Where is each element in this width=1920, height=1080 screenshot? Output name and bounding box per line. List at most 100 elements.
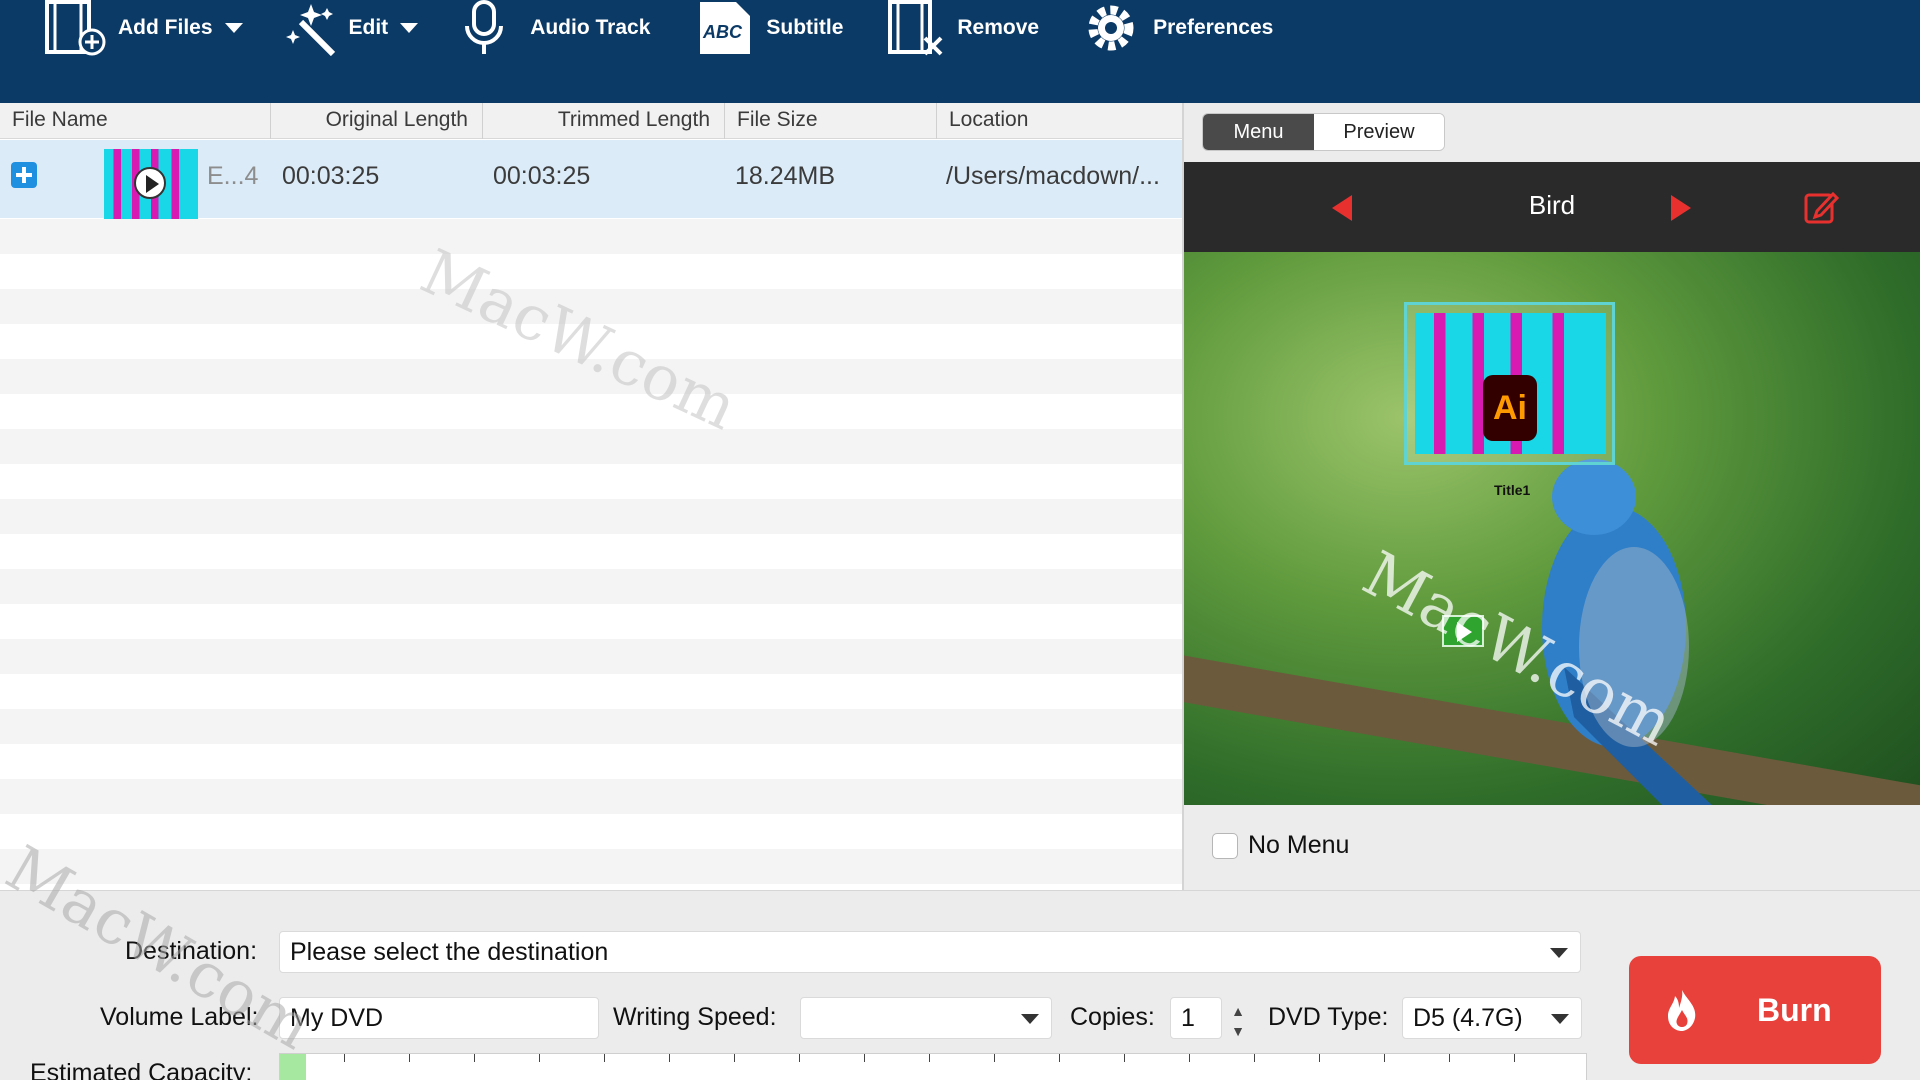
capacity-tick <box>929 1054 930 1062</box>
ai-logo-icon: Ai <box>1483 375 1537 441</box>
view-tabs: Menu Preview <box>1202 113 1445 151</box>
subtitle-abc-icon: ABC <box>700 2 751 54</box>
dvd-type-value: D5 (4.7G) <box>1413 1004 1523 1032</box>
copies-value: 1 <box>1181 1004 1195 1032</box>
menu-play-button[interactable] <box>1442 615 1484 647</box>
subtitle-button[interactable]: ABC Subtitle <box>698 0 843 56</box>
remove-label: Remove <box>957 16 1040 39</box>
file-size-cell: 18.24MB <box>735 162 836 190</box>
preferences-label: Preferences <box>1153 16 1274 39</box>
capacity-tick <box>1449 1054 1450 1062</box>
checkbox-box[interactable] <box>1212 832 1238 859</box>
film-add-icon <box>45 0 106 56</box>
video-thumbnail <box>104 149 198 219</box>
capacity-tick <box>1319 1054 1320 1062</box>
menu-title-label: Title1 <box>1494 482 1531 498</box>
magic-wand-icon <box>285 4 335 56</box>
destination-label: Destination: <box>125 937 258 965</box>
original-length-cell: 00:03:25 <box>282 162 380 190</box>
volume-label-label: Volume Label: <box>100 1003 259 1031</box>
stepper-up-icon[interactable]: ▲ <box>1225 1001 1251 1021</box>
stepper-down-icon[interactable]: ▼ <box>1225 1021 1251 1041</box>
menu-preview-panel: Menu Preview Bird Ai Title1 MacW.com No … <box>1184 103 1920 890</box>
edit-pencil-icon[interactable] <box>1803 189 1839 225</box>
capacity-tick <box>1514 1054 1515 1062</box>
add-files-label: Add Files <box>118 16 213 39</box>
chevron-down-icon[interactable] <box>224 23 243 33</box>
location-cell: /Users/macdown/... <box>946 162 1160 190</box>
preferences-button[interactable]: Preferences <box>1083 0 1273 56</box>
play-icon[interactable] <box>134 167 166 199</box>
menu-preview-image: Ai Title1 MacW.com <box>1184 252 1920 805</box>
trimmed-length-cell: 00:03:25 <box>493 162 591 190</box>
tab-menu[interactable]: Menu <box>1203 114 1314 150</box>
volume-label-value: My DVD <box>290 1004 384 1032</box>
capacity-bar <box>279 1053 1587 1080</box>
file-name-cell: E...4 <box>207 162 259 190</box>
writing-speed-label: Writing Speed: <box>613 1003 777 1031</box>
volume-label-input[interactable]: My DVD <box>279 997 599 1039</box>
capacity-tick <box>1384 1054 1385 1062</box>
title-thumbnail-image: Ai <box>1415 313 1606 454</box>
burn-label: Burn <box>1757 991 1832 1028</box>
copies-label: Copies: <box>1070 1003 1155 1031</box>
capacity-tick <box>474 1054 475 1062</box>
audio-track-label: Audio Track <box>530 16 651 39</box>
copies-stepper[interactable]: ▲ ▼ <box>1225 1001 1251 1041</box>
column-header-file-name[interactable]: File Name <box>0 103 271 139</box>
column-header-trimmed-length[interactable]: Trimmed Length <box>483 103 725 139</box>
next-template-arrow-icon[interactable] <box>1671 195 1691 221</box>
capacity-tick <box>344 1054 345 1062</box>
audio-track-button[interactable]: Audio Track <box>462 0 650 56</box>
toolbar: Add Files Edit Audio Track ABC Subtitle … <box>0 0 1920 103</box>
subtitle-label: Subtitle <box>766 16 844 39</box>
app-window: Add Files Edit Audio Track ABC Subtitle … <box>0 0 1920 1080</box>
chevron-down-icon <box>1551 1014 1569 1024</box>
estimated-capacity-label: Estimated Capacity: <box>30 1059 253 1080</box>
microphone-icon <box>465 0 504 54</box>
capacity-tick <box>1189 1054 1190 1062</box>
column-header-location[interactable]: Location <box>937 103 1182 139</box>
add-files-button[interactable]: Add Files <box>44 0 243 56</box>
dvd-type-label: DVD Type: <box>1268 1003 1389 1031</box>
capacity-tick <box>734 1054 735 1062</box>
capacity-tick <box>539 1054 540 1062</box>
burn-button[interactable]: Burn <box>1629 956 1881 1064</box>
no-menu-checkbox[interactable]: No Menu <box>1212 831 1349 860</box>
capacity-tick <box>1124 1054 1125 1062</box>
file-list-rows: E...4 00:03:25 00:03:25 18.24MB /Users/m… <box>0 139 1182 890</box>
destination-select[interactable]: Please select the destination <box>279 931 1581 973</box>
writing-speed-select[interactable] <box>800 997 1052 1039</box>
no-menu-label: No Menu <box>1248 831 1350 859</box>
chevron-down-icon <box>1021 1014 1039 1024</box>
svg-text:ABC: ABC <box>702 22 743 42</box>
menu-title-thumbnail[interactable]: Ai <box>1404 302 1615 465</box>
edit-button[interactable]: Edit <box>283 0 419 56</box>
edit-label: Edit <box>348 16 389 39</box>
file-list-header: File Name Original Length Trimmed Length… <box>0 103 1182 139</box>
capacity-tick <box>864 1054 865 1062</box>
film-remove-icon <box>888 0 943 56</box>
capacity-tick <box>604 1054 605 1062</box>
capacity-tick <box>799 1054 800 1062</box>
column-header-original-length[interactable]: Original Length <box>271 103 483 139</box>
file-list: File Name Original Length Trimmed Length… <box>0 103 1182 890</box>
capacity-fill <box>280 1054 307 1080</box>
tab-preview[interactable]: Preview <box>1314 114 1444 150</box>
capacity-tick <box>1059 1054 1060 1062</box>
menu-template-bar: Bird <box>1184 162 1920 252</box>
copies-input[interactable]: 1 <box>1170 997 1222 1039</box>
flame-icon <box>1668 990 1696 1031</box>
chevron-down-icon[interactable] <box>400 23 419 33</box>
capacity-tick <box>669 1054 670 1062</box>
expand-plus-icon[interactable] <box>11 162 37 188</box>
remove-button[interactable]: Remove <box>887 0 1039 56</box>
capacity-tick <box>994 1054 995 1062</box>
column-header-file-size[interactable]: File Size <box>725 103 937 139</box>
capacity-tick <box>1254 1054 1255 1062</box>
destination-value: Please select the destination <box>290 938 609 966</box>
table-row[interactable]: E...4 00:03:25 00:03:25 18.24MB /Users/m… <box>0 140 1182 219</box>
dvd-type-select[interactable]: D5 (4.7G) <box>1402 997 1582 1039</box>
burn-settings: Destination: Please select the destinati… <box>0 831 1920 1080</box>
chevron-down-icon <box>1550 948 1568 958</box>
